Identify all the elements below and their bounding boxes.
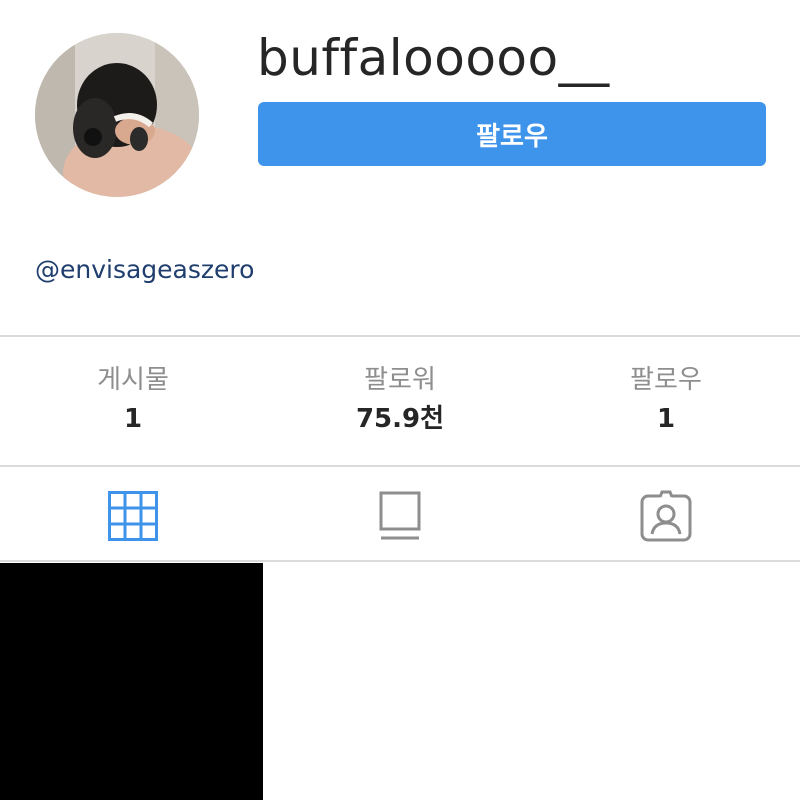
posts-top-divider bbox=[0, 560, 800, 562]
grid-icon bbox=[108, 491, 158, 541]
tab-grid[interactable] bbox=[0, 480, 266, 552]
stat-followers[interactable]: 팔로워 75.9천 bbox=[267, 362, 533, 436]
stats-top-divider bbox=[0, 335, 800, 337]
stat-following[interactable]: 팔로우 1 bbox=[533, 362, 799, 436]
tagged-icon bbox=[640, 490, 692, 542]
stat-followers-value: 75.9천 bbox=[355, 404, 445, 434]
stat-followers-label: 팔로워 bbox=[364, 365, 436, 395]
profile-avatar[interactable] bbox=[35, 33, 199, 197]
avatar-image bbox=[35, 33, 199, 197]
profile-username: buffalooooo__ bbox=[257, 29, 610, 87]
tab-tagged[interactable] bbox=[533, 480, 799, 552]
tabs-top-divider bbox=[0, 465, 800, 467]
feed-icon bbox=[379, 491, 421, 540]
bio-mention-link[interactable]: @envisageaszero bbox=[35, 254, 254, 286]
stat-following-label: 팔로우 bbox=[630, 365, 702, 395]
tab-feed[interactable] bbox=[267, 480, 533, 552]
stat-posts-label: 게시물 bbox=[97, 365, 169, 395]
stat-posts-value: 1 bbox=[123, 404, 143, 434]
follow-button[interactable]: 팔로우 bbox=[258, 102, 766, 166]
stat-following-value: 1 bbox=[656, 404, 676, 434]
stat-posts: 게시물 1 bbox=[0, 362, 266, 436]
post-thumbnail[interactable] bbox=[0, 563, 263, 800]
